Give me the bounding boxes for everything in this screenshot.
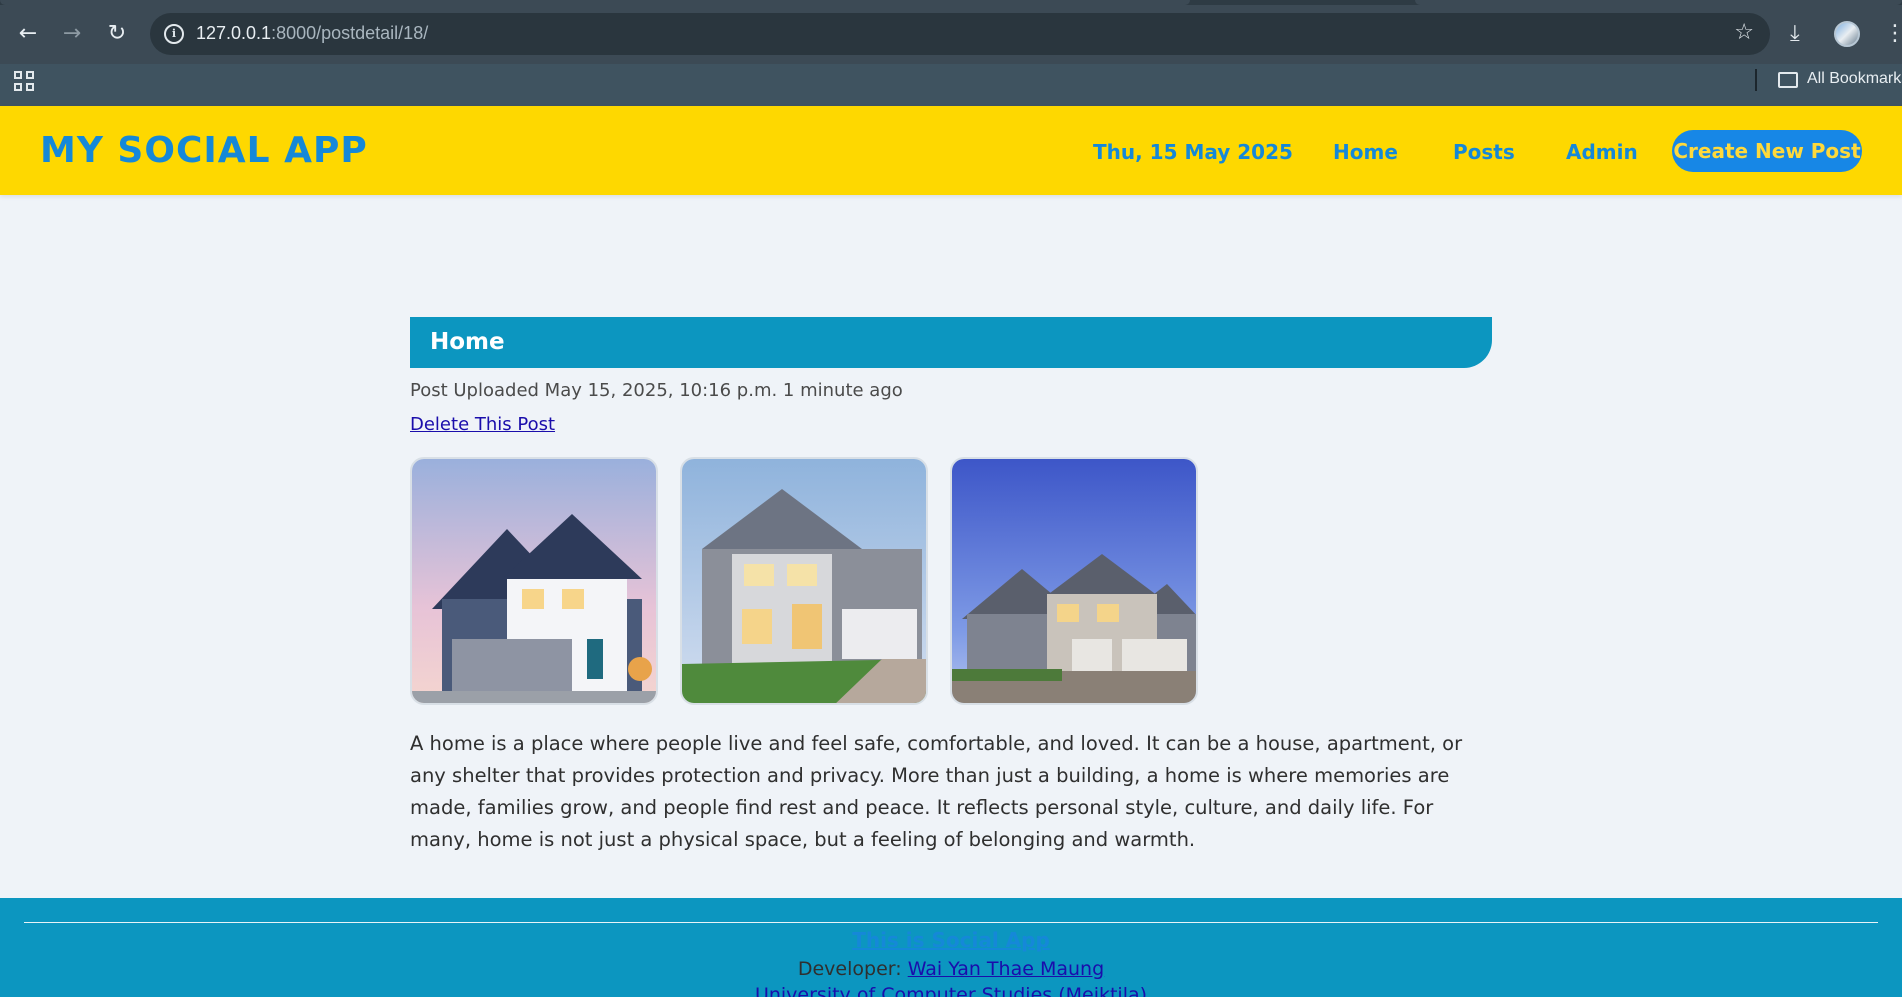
post-meta: Post Uploaded May 15, 2025, 10:16 p.m. 1…	[410, 380, 903, 401]
post-photo[interactable]	[680, 457, 928, 705]
reload-icon[interactable]: ↻	[101, 18, 133, 50]
url-path: :8000/postdetail/18/	[271, 23, 429, 43]
address-bar[interactable]: i 127.0.0.1:8000/postdetail/18/ ☆	[150, 13, 1770, 55]
post-photo[interactable]	[950, 457, 1198, 705]
footer-divider	[24, 922, 1878, 923]
footer-title[interactable]: This is Social App	[0, 928, 1902, 952]
profile-avatar[interactable]	[1834, 21, 1860, 47]
url-text[interactable]: 127.0.0.1:8000/postdetail/18/	[196, 23, 428, 44]
site-info-icon[interactable]: i	[164, 24, 184, 44]
create-new-post-button[interactable]: Create New Post	[1672, 130, 1862, 172]
apps-grid-icon[interactable]	[14, 71, 34, 91]
bookmarks-bar	[0, 64, 1902, 106]
post-title: Home	[430, 329, 505, 355]
all-bookmarks-link[interactable]: All Bookmarks	[1807, 70, 1902, 88]
browser-toolbar: ← → ↻ i 127.0.0.1:8000/postdetail/18/ ☆ …	[0, 0, 1902, 64]
tab-shape[interactable]	[0, 0, 1190, 5]
nav-home-link[interactable]: Home	[1333, 140, 1398, 164]
footer-developer: Developer: Wai Yan Thae Maung	[0, 958, 1902, 980]
site-footer: This is Social App Developer: Wai Yan Th…	[0, 898, 1902, 997]
url-host: 127.0.0.1	[196, 23, 272, 43]
tab-strip	[0, 0, 1902, 5]
folder-icon	[1778, 72, 1798, 88]
back-arrow-icon[interactable]: ←	[12, 18, 44, 50]
header-date: Thu, 15 May 2025	[1093, 140, 1293, 164]
bookmark-star-icon[interactable]: ☆	[1734, 20, 1754, 45]
menu-dots-icon[interactable]: ⋮	[1884, 18, 1902, 50]
delete-post-link[interactable]: Delete This Post	[410, 414, 555, 435]
nav-posts-link[interactable]: Posts	[1453, 140, 1515, 164]
site-header: MY SOCIAL APP Thu, 15 May 2025 Home Post…	[0, 106, 1902, 195]
post-body: A home is a place where people live and …	[410, 732, 1463, 851]
post-title-bar: Home	[410, 317, 1492, 368]
post-photo[interactable]	[410, 457, 658, 705]
developer-label: Developer:	[797, 958, 908, 980]
forward-arrow-icon[interactable]: →	[56, 18, 88, 50]
download-icon[interactable]: ⤓	[1790, 18, 1800, 50]
bookmarks-divider	[1755, 69, 1757, 91]
site-logo[interactable]: MY SOCIAL APP	[40, 130, 368, 171]
developer-link[interactable]: Wai Yan Thae Maung	[908, 958, 1104, 980]
tab-shape[interactable]	[1415, 0, 1902, 5]
university-link[interactable]: University of Computer Studies (Meiktila…	[0, 984, 1902, 997]
nav-admin-link[interactable]: Admin	[1566, 140, 1638, 164]
